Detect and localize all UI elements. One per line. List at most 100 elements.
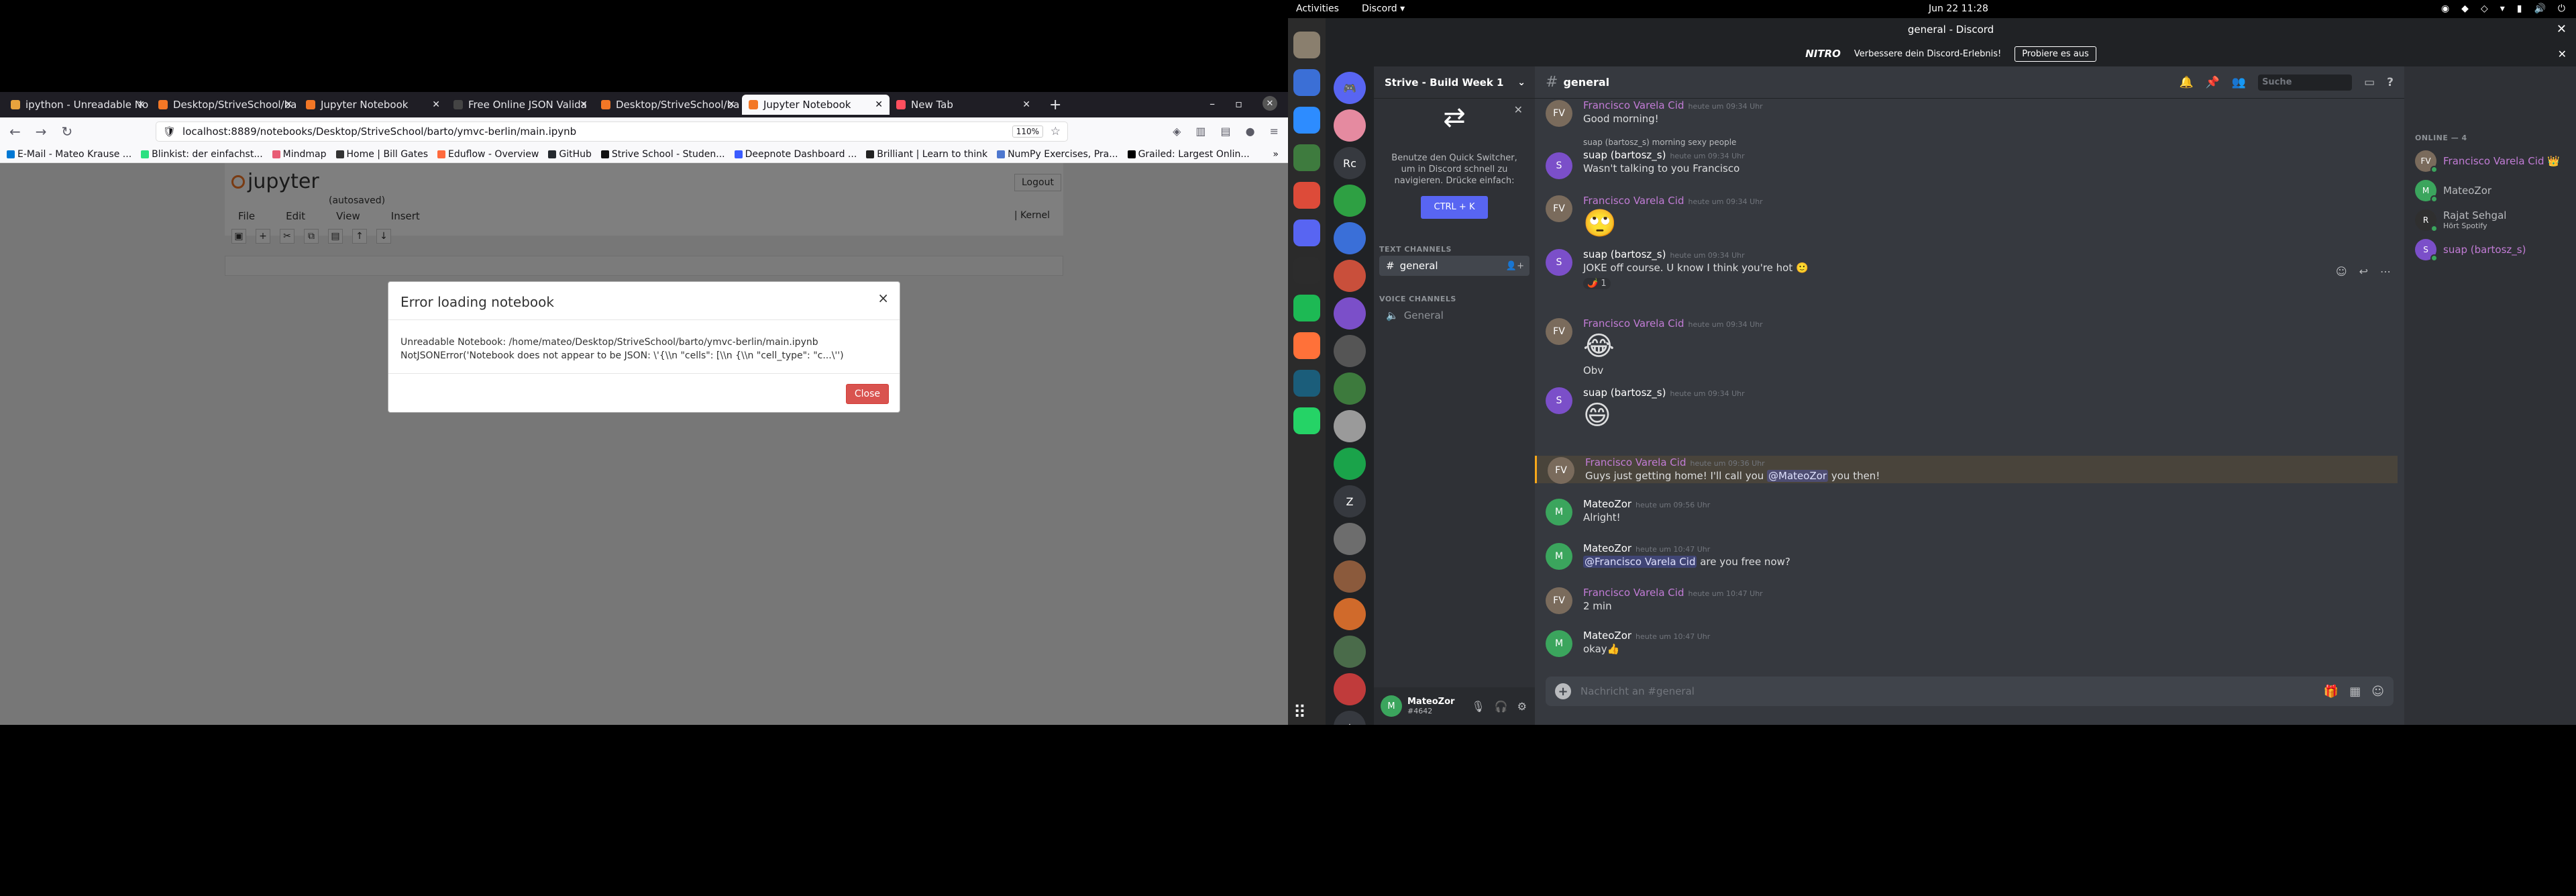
forward-icon[interactable]: → — [36, 123, 47, 140]
close-tip-icon[interactable]: ✕ — [1514, 104, 1523, 115]
message[interactable]: FV Francisco Varela Cid heute um 09:36 Uhr… — [1535, 456, 2398, 484]
close-tab-icon[interactable]: ✕ — [432, 99, 440, 110]
dropbox-icon[interactable]: ◇ — [2481, 3, 2488, 14]
close-tab-icon[interactable]: ✕ — [580, 99, 588, 110]
browser-tab[interactable]: Jupyter Notebook ✕ — [742, 95, 890, 115]
close-tab-icon[interactable]: ✕ — [137, 99, 145, 110]
bell-icon[interactable]: 🔔 — [2180, 76, 2194, 89]
attach-plus-icon[interactable]: + — [1555, 683, 1571, 699]
avatar[interactable]: M — [1381, 695, 1402, 717]
browser-tab[interactable]: New Tab ✕ — [890, 95, 1037, 115]
bookmark-item[interactable]: Brilliant | Learn to think — [866, 149, 987, 160]
avatar[interactable]: S — [1546, 249, 1572, 276]
bookmark-item[interactable]: GitHub — [548, 149, 592, 160]
avatar[interactable]: M — [1546, 543, 1572, 570]
zoom-icon[interactable] — [1293, 107, 1320, 134]
nitro-button[interactable]: Probiere es aus — [2015, 46, 2096, 62]
message[interactable]: Ssuap (bartosz_s) heute um 09:34 Uhr JOKE … — [1535, 248, 2398, 289]
menu-icon[interactable]: ≡ — [1270, 125, 1279, 138]
zoom-level[interactable]: 110% — [1012, 126, 1043, 138]
emoji-icon[interactable]: ☺ — [2371, 685, 2384, 699]
pocket-icon[interactable]: ◈ — [1173, 125, 1181, 138]
message-author[interactable]: suap (bartosz_s) — [1583, 149, 1666, 161]
avatar[interactable]: FV — [1546, 587, 1572, 614]
browser-tab[interactable]: Desktop/StriveSchool/ba ✕ — [152, 95, 299, 115]
member-item[interactable]: M MateoZor — [2410, 177, 2571, 205]
bookmark-item[interactable]: Blinkist: der einfachst... — [141, 149, 263, 160]
discord-icon[interactable] — [1293, 219, 1320, 246]
server-icon[interactable] — [1334, 523, 1366, 555]
message[interactable]: FV Francisco Varela Cid heute um 09:34 Uhr… — [1535, 317, 2398, 378]
close-icon[interactable]: ✕ — [1263, 96, 1277, 111]
message-author[interactable]: Francisco Varela Cid — [1583, 195, 1684, 207]
message-author[interactable]: MateoZor — [1583, 542, 1631, 554]
microphone-icon[interactable]: 🎙 — [1471, 700, 1485, 713]
avatar[interactable]: FV — [1546, 318, 1572, 345]
quick-switcher-button[interactable]: CTRL + K — [1421, 196, 1488, 219]
back-icon[interactable]: ← — [9, 123, 21, 140]
close-tab-icon[interactable]: ✕ — [1022, 99, 1030, 110]
message[interactable]: FV Francisco Varela Cid heute um 10:47 Uhr… — [1535, 586, 2398, 614]
browser-tab[interactable]: ipython - Unreadable No ✕ — [4, 95, 152, 115]
server-icon[interactable] — [1334, 185, 1366, 217]
server-icon[interactable]: Rc — [1334, 147, 1366, 179]
terminal-icon[interactable] — [1293, 257, 1320, 284]
server-icon[interactable] — [1334, 448, 1366, 480]
voice-channels-category[interactable]: VOICE CHANNELS — [1379, 295, 1456, 303]
bookmark-item[interactable]: Eduflow - Overview — [437, 149, 539, 160]
more-bookmarks-icon[interactable]: » — [1273, 149, 1279, 160]
gift-icon[interactable]: 🎁 — [2324, 685, 2339, 699]
server-icon[interactable] — [1334, 222, 1366, 254]
user-mention[interactable]: @MateoZor — [1767, 470, 1829, 482]
modal-backdrop[interactable] — [0, 163, 1288, 725]
message-author[interactable]: Francisco Varela Cid — [1585, 456, 1686, 468]
avatar[interactable]: S — [1546, 387, 1572, 414]
extension-icon[interactable]: ● — [1246, 125, 1255, 138]
server-icon[interactable] — [1334, 673, 1366, 705]
server-icon[interactable] — [1334, 410, 1366, 442]
message[interactable]: M MateoZor heute um 10:47 Uhr @Francisco Va… — [1535, 542, 2398, 570]
minimize-icon[interactable]: – — [1210, 97, 1215, 110]
composer-input[interactable]: Nachricht an #general — [1580, 685, 1695, 697]
reload-icon[interactable]: ↻ — [62, 123, 73, 140]
message-author[interactable]: Francisco Varela Cid — [1583, 99, 1684, 111]
pin-icon[interactable]: 📌 — [2206, 76, 2220, 89]
add-user-icon[interactable]: 👤+ — [1506, 261, 1524, 271]
message[interactable]: FV Francisco Varela Cid heute um 09:34 Uhr… — [1535, 99, 2398, 127]
clock[interactable]: Jun 22 11:28 — [1929, 3, 1988, 14]
close-window-icon[interactable]: ✕ — [2557, 18, 2567, 41]
member-item[interactable]: Ssuap (bartosz_s) — [2410, 236, 2571, 264]
gif-icon[interactable]: ▦ — [2349, 685, 2361, 699]
close-button[interactable]: Close — [845, 384, 889, 404]
bookmark-item[interactable]: Mindmap — [272, 149, 327, 160]
bookmark-item[interactable]: Deepnote Dashboard ... — [734, 149, 857, 160]
server-icon[interactable] — [1334, 598, 1366, 630]
files-icon[interactable] — [1293, 32, 1320, 58]
headphones-icon[interactable]: 🎧 — [1495, 700, 1508, 713]
member-item[interactable]: FV Francisco Varela Cid 👑 — [2410, 147, 2571, 175]
server-icon[interactable] — [1334, 297, 1366, 330]
recycle-icon[interactable] — [1293, 144, 1320, 171]
message-author[interactable]: Francisco Varela Cid — [1583, 317, 1684, 330]
channel-general[interactable]: # general 👤+ — [1379, 256, 1529, 276]
gear-icon[interactable]: ⚙ — [1517, 700, 1527, 713]
library-icon[interactable]: ▥ — [1195, 125, 1205, 138]
voice-channel-general[interactable]: 🔈 General — [1379, 305, 1529, 326]
server-icon[interactable] — [1334, 109, 1366, 142]
maximize-icon[interactable]: ▫ — [1235, 97, 1242, 110]
reply-preview[interactable]: suap (bartosz_s) morning sexy people — [1583, 138, 2398, 147]
server-icon[interactable] — [1334, 636, 1366, 668]
message[interactable]: Ssuap (bartosz_s) heute um 09:34 Uhr 😄 — [1535, 386, 2398, 432]
message[interactable]: suap (bartosz_s) morning sexy people Ssua… — [1535, 138, 2398, 179]
battery-icon[interactable]: ▮ — [2517, 3, 2522, 14]
shield-tray-icon[interactable]: ◆ — [2461, 3, 2469, 14]
screenshot-icon[interactable] — [1293, 69, 1320, 96]
bookmark-item[interactable]: NumPy Exercises, Pra... — [997, 149, 1118, 160]
reaction-badge[interactable]: 🌶️ 1 — [1583, 278, 1611, 289]
avatar[interactable]: FV — [1546, 195, 1572, 222]
discord-tray-icon[interactable]: ◉ — [2441, 3, 2449, 14]
member-item[interactable]: R Rajat Sehgal Hört Spotify — [2410, 206, 2571, 234]
close-tab-icon[interactable]: ✕ — [284, 99, 292, 110]
bookmark-item[interactable]: E-Mail - Mateo Krause ... — [7, 149, 131, 160]
bookmark-item[interactable]: Strive School - Studen... — [600, 149, 725, 160]
